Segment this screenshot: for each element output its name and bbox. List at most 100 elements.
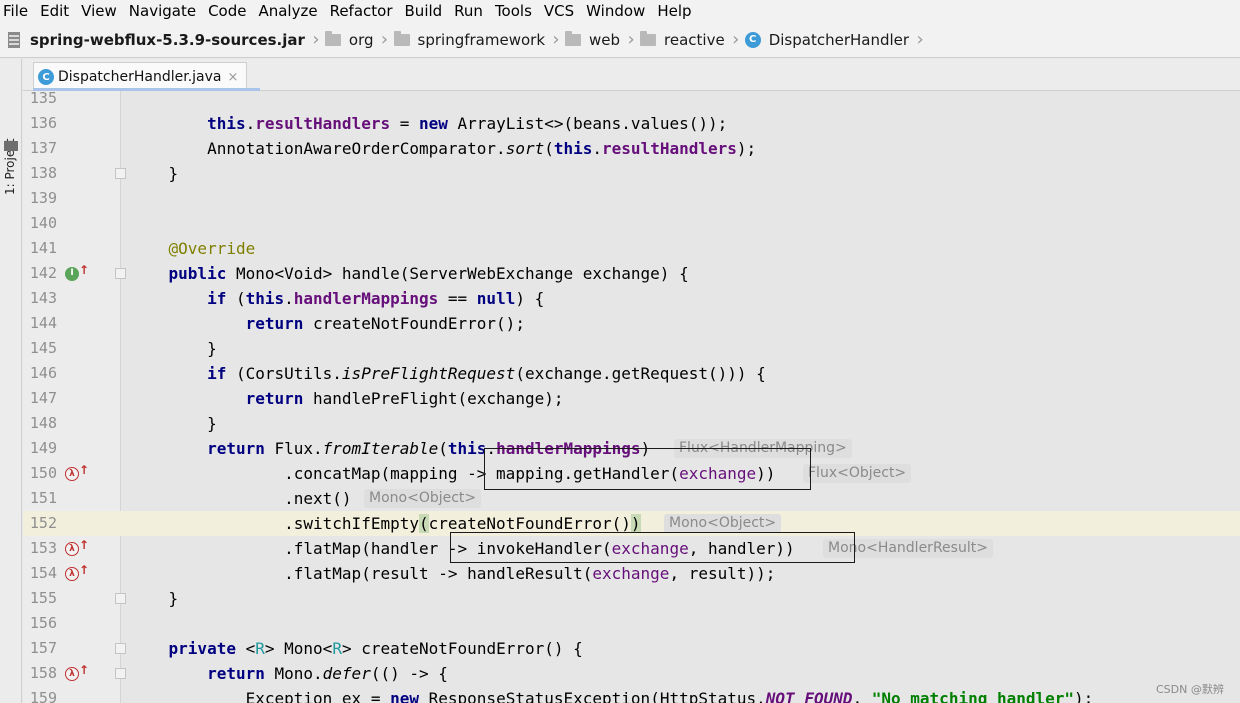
inlay-type-hint: Mono<Object> [664, 514, 782, 533]
code-line: 158 λ ↑ return Mono.defer(() -> { [23, 661, 1240, 686]
jar-icon [8, 31, 20, 48]
menu-view[interactable]: View [76, 1, 124, 21]
menu-navigate[interactable]: Navigate [124, 1, 203, 21]
arrow-up-icon: ↑ [79, 463, 90, 477]
close-icon[interactable]: × [227, 70, 238, 85]
menu-file[interactable]: File [0, 1, 35, 21]
line-number: 152 [29, 514, 57, 532]
lambda-icon[interactable]: λ [65, 567, 79, 581]
breadcrumb-reactive-label: reactive [664, 30, 725, 49]
line-number: 154 [29, 564, 57, 582]
package-folder-icon [393, 30, 410, 46]
line-number: 149 [29, 439, 57, 457]
line-number: 137 [29, 139, 57, 157]
line-number: 146 [29, 364, 57, 382]
code-text: } [130, 164, 179, 183]
lambda-icon[interactable]: λ [65, 542, 79, 556]
code-editor[interactable]: 135 136 this.resultHandlers = new ArrayL… [23, 91, 1240, 703]
menu-analyze[interactable]: Analyze [253, 1, 324, 21]
code-text: public Mono<Void> handle(ServerWebExchan… [168, 264, 689, 283]
menu-bar: File Edit View Navigate Code Analyze Ref… [0, 0, 1240, 22]
code-line: 141 @Override [23, 236, 1240, 261]
line-number: 157 [29, 639, 57, 657]
code-text: if (this.handlerMappings == null) { [207, 289, 545, 308]
line-number: 141 [29, 239, 57, 257]
code-line: 146 if (CorsUtils.isPreFlightRequest(exc… [23, 361, 1240, 386]
tab-dispatcherhandler[interactable]: C DispatcherHandler.java × [33, 62, 248, 91]
line-number: 153 [29, 539, 57, 557]
code-line: 147 return handlePreFlight(exchange); [23, 386, 1240, 411]
code-text: } [130, 414, 217, 433]
code-text: this.resultHandlers = new ArrayList<>(be… [207, 114, 728, 133]
breadcrumb-class-label: DispatcherHandler [768, 30, 910, 49]
code-text: Exception ex = new ResponseStatusExcepti… [130, 689, 1094, 703]
code-line: 142 I ↑ public Mono<Void> handle(ServerW… [23, 261, 1240, 286]
line-number: 158 [29, 664, 57, 682]
menu-tools[interactable]: Tools [490, 1, 539, 21]
menu-run[interactable]: Run [449, 1, 490, 21]
arrow-up-icon: ↑ [79, 663, 90, 677]
breadcrumb-springframework-label: springframework [417, 30, 546, 49]
breadcrumb-jar[interactable]: spring-webflux-5.3.9-sources.jar [8, 22, 307, 58]
line-number: 136 [29, 114, 57, 132]
inlay-type-hint: Flux<Object> [803, 464, 912, 483]
line-number: 142 [29, 264, 57, 282]
line-number: 150 [29, 464, 57, 482]
line-number: 151 [29, 489, 57, 507]
breadcrumb-springframework[interactable]: springframework [393, 22, 547, 58]
breadcrumb-org[interactable]: org [324, 22, 376, 58]
code-text: return handlePreFlight(exchange); [245, 389, 564, 408]
code-line: 157 private <R> Mono<R> createNotFoundEr… [23, 636, 1240, 661]
line-number: 148 [29, 414, 57, 432]
code-text: if (CorsUtils.isPreFlightRequest(exchang… [207, 364, 766, 383]
breadcrumb-class[interactable]: C DispatcherHandler [744, 22, 911, 58]
line-number: 144 [29, 314, 57, 332]
menu-edit[interactable]: Edit [35, 1, 76, 21]
line-number: 159 [29, 689, 57, 703]
breadcrumb-reactive[interactable]: reactive [640, 22, 727, 58]
project-folder-icon [4, 141, 18, 151]
code-text: } [130, 339, 217, 358]
code-text: AnnotationAwareOrderComparator.sort(this… [130, 139, 757, 158]
implements-method-icon[interactable]: I [65, 267, 79, 281]
highlight-box [450, 532, 855, 563]
code-line: 154 λ ↑ .flatMap(result -> handleResult(… [23, 561, 1240, 586]
fold-marker-icon[interactable] [115, 643, 126, 654]
code-text: } [130, 589, 179, 608]
code-line: 155 } [23, 586, 1240, 611]
line-number: 145 [29, 339, 57, 357]
menu-vcs[interactable]: VCS [539, 1, 581, 21]
fold-marker-icon[interactable] [115, 593, 126, 604]
code-line: 143 if (this.handlerMappings == null) { [23, 286, 1240, 311]
menu-refactor[interactable]: Refactor [325, 1, 400, 21]
line-number: 155 [29, 589, 57, 607]
lambda-icon[interactable]: λ [65, 467, 79, 481]
code-text: @Override [168, 239, 256, 258]
fold-marker-icon[interactable] [115, 268, 126, 279]
package-folder-icon [640, 30, 657, 46]
breadcrumb-web[interactable]: web [565, 22, 622, 58]
code-text: .flatMap(result -> handleResult(exchange… [130, 564, 776, 583]
menu-window[interactable]: Window [581, 1, 652, 21]
lambda-icon[interactable]: λ [65, 667, 79, 681]
arrow-up-icon: ↑ [79, 563, 90, 577]
chevron-right-icon: › [312, 29, 320, 50]
menu-help[interactable]: Help [652, 1, 698, 21]
editor-tab-bar: C DispatcherHandler.java × [23, 59, 1240, 91]
class-icon: C [38, 69, 54, 85]
class-icon: C [744, 31, 761, 48]
fold-marker-icon[interactable] [115, 168, 126, 179]
line-number: 138 [29, 164, 57, 182]
navigation-bar: spring-webflux-5.3.9-sources.jar › org ›… [0, 22, 1240, 58]
code-line: 145 } [23, 336, 1240, 361]
fold-marker-icon[interactable] [115, 668, 126, 679]
tab-label: DispatcherHandler.java [58, 69, 222, 85]
menu-build[interactable]: Build [400, 1, 450, 21]
line-number: 156 [29, 614, 57, 632]
code-text: return createNotFoundError(); [245, 314, 525, 333]
inlay-type-hint: Mono<Object> [364, 489, 482, 508]
menu-code[interactable]: Code [203, 1, 253, 21]
line-number: 135 [29, 91, 57, 107]
code-line: 136 this.resultHandlers = new ArrayList<… [23, 111, 1240, 136]
watermark: CSDN @默辨 [1156, 683, 1224, 696]
